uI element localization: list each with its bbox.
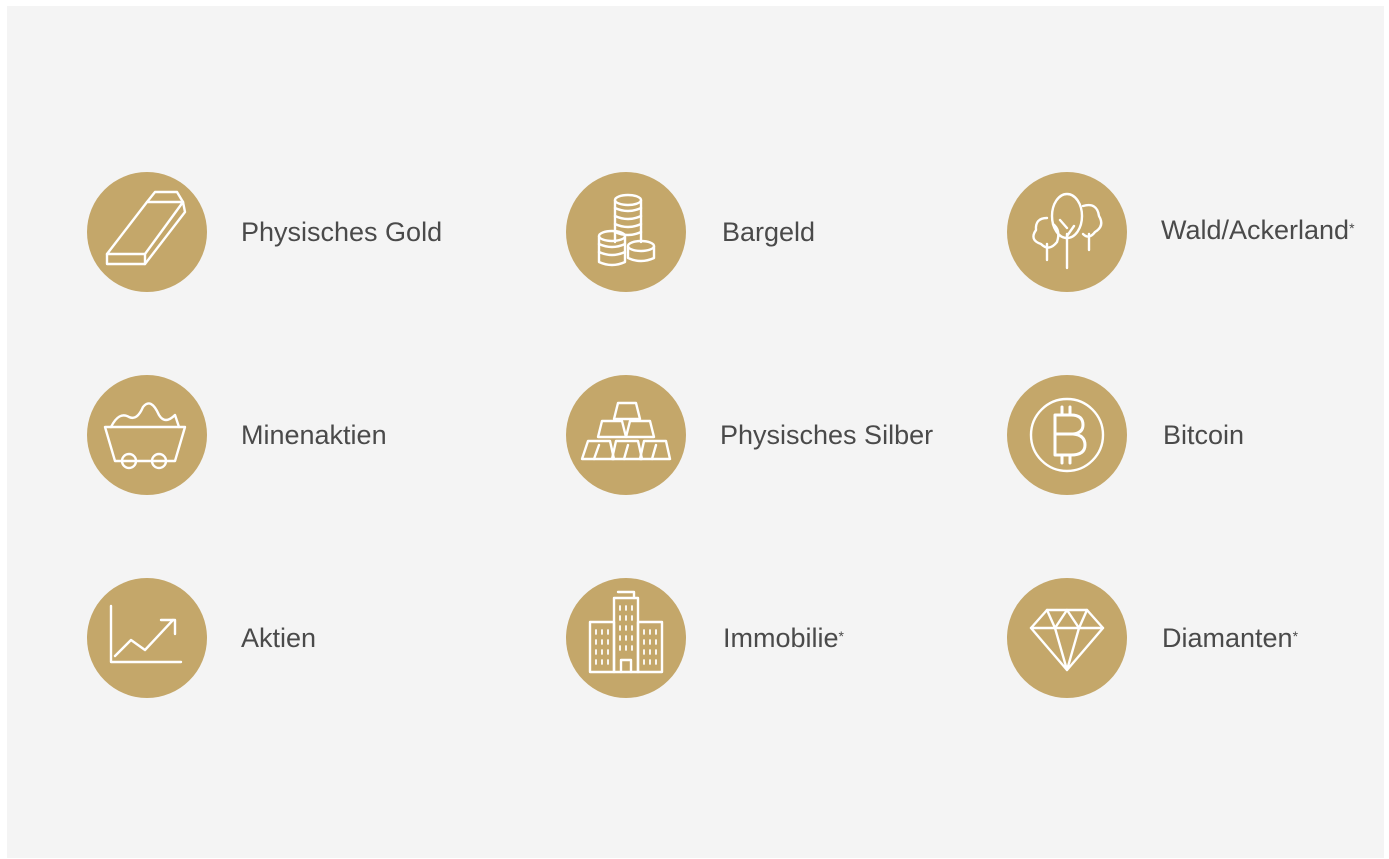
asset-physical-gold: Physisches Gold <box>87 172 527 292</box>
diamond-icon <box>1007 578 1127 698</box>
asset-cash: Bargeld <box>566 172 1006 292</box>
asset-label: Minenaktien <box>241 420 387 450</box>
trees-icon <box>1007 172 1127 292</box>
asset-physical-silver: Physisches Silber <box>566 375 1006 495</box>
asset-mining-stocks: Minenaktien <box>87 375 527 495</box>
mine-cart-icon <box>87 375 207 495</box>
gold-bar-icon <box>87 172 207 292</box>
asset-stocks: Aktien <box>87 578 527 698</box>
asset-grid-panel: Physisches Gold Bargeld Wald/Ackerland* … <box>7 6 1384 858</box>
buildings-icon <box>566 578 686 698</box>
asset-label: Aktien <box>241 623 317 653</box>
bitcoin-icon <box>1007 375 1127 495</box>
asset-label: Immobilie* <box>723 623 844 653</box>
asset-label: Diamanten* <box>1162 623 1299 653</box>
coin-stacks-icon <box>566 172 686 292</box>
stock-chart-icon <box>87 578 207 698</box>
asset-bitcoin: Bitcoin <box>1007 375 1389 495</box>
asset-label: Wald/Ackerland* <box>1161 215 1355 245</box>
asset-label: Bitcoin <box>1163 420 1245 450</box>
silver-bars-icon <box>566 375 686 495</box>
asset-label: Physisches Silber <box>720 420 934 450</box>
asset-diamonds: Diamanten* <box>1007 578 1389 698</box>
asset-real-estate: Immobilie* <box>566 578 1006 698</box>
asset-forest-farmland: Wald/Ackerland* <box>1007 172 1389 292</box>
asset-label: Bargeld <box>722 217 816 247</box>
asset-label: Physisches Gold <box>241 217 443 247</box>
